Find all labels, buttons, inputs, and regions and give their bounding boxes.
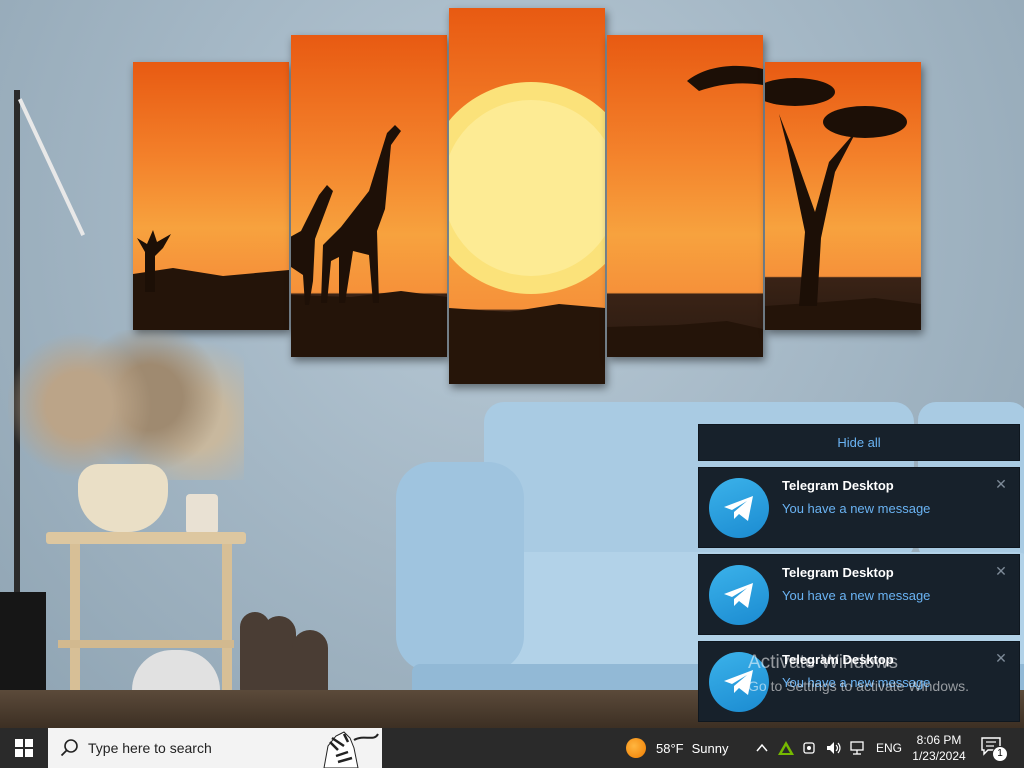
taskbar: Type here to search 58°F Sunny ENG 8:06 … [0, 728, 1024, 769]
hide-all-button[interactable]: Hide all [698, 424, 1020, 461]
notification-message: You have a new message [782, 588, 931, 603]
weather-widget[interactable]: 58°F Sunny [626, 728, 728, 768]
chevron-up-icon[interactable] [752, 738, 772, 758]
clock[interactable]: 8:06 PM 1/23/2024 [908, 732, 970, 764]
notification-title: Telegram Desktop [782, 565, 894, 580]
start-button[interactable] [0, 728, 48, 768]
canvas-panel-2 [291, 35, 447, 357]
clock-time: 8:06 PM [916, 733, 962, 747]
close-icon[interactable]: ✕ [993, 563, 1009, 579]
candle-jar [186, 494, 218, 534]
canvas-panel-1 [133, 62, 289, 330]
sun-icon [626, 738, 646, 758]
search-icon [60, 739, 78, 757]
windows-logo-icon [15, 739, 33, 757]
side-table [46, 532, 246, 544]
side-table-shelf [58, 640, 234, 648]
volume-icon[interactable] [824, 738, 844, 758]
action-center-button[interactable]: 1 [980, 736, 1008, 762]
close-icon[interactable]: ✕ [993, 476, 1009, 492]
meet-now-icon[interactable] [800, 738, 820, 758]
search-placeholder: Type here to search [88, 740, 212, 756]
floor-lamp-arm [18, 98, 86, 236]
dried-flower-arrangement [8, 330, 244, 480]
network-icon[interactable] [848, 738, 868, 758]
taskbar-search-box[interactable]: Type here to search [48, 728, 382, 769]
clock-date: 1/23/2024 [912, 749, 966, 763]
telegram-notification[interactable]: Telegram Desktop You have a new message … [698, 554, 1020, 635]
telegram-icon [709, 565, 769, 625]
search-highlight-image [314, 728, 382, 769]
watermark-title: Activate Windows [748, 652, 898, 673]
sofa-arm [396, 462, 524, 672]
floor-lamp-base [0, 592, 46, 702]
close-icon[interactable]: ✕ [993, 650, 1009, 666]
nvidia-icon[interactable] [776, 738, 796, 758]
telegram-icon [709, 478, 769, 538]
notification-message: You have a new message [782, 501, 931, 516]
watermark-subtitle: Go to Settings to activate Windows. [748, 678, 969, 694]
weather-condition: Sunny [691, 740, 729, 756]
vase [78, 464, 168, 532]
telegram-notification[interactable]: Telegram Desktop You have a new message … [698, 467, 1020, 548]
activate-windows-watermark: Activate Windows Go to Settings to activ… [748, 652, 969, 694]
canvas-panel-3 [449, 8, 605, 384]
weather-temperature: 58°F [656, 740, 684, 756]
notification-title: Telegram Desktop [782, 478, 894, 493]
notification-count-badge: 1 [992, 746, 1008, 762]
canvas-panel-4 [607, 35, 763, 357]
canvas-panel-5 [765, 62, 921, 330]
input-language[interactable]: ENG [876, 741, 902, 755]
